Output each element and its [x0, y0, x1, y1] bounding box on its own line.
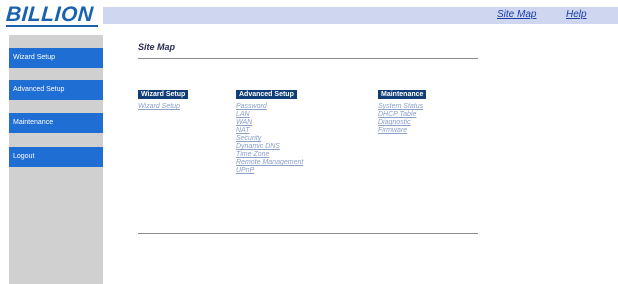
link-firmware[interactable]: Firmware: [378, 127, 426, 135]
column-heading: Maintenance: [378, 90, 427, 99]
nav-logout[interactable]: Logout: [9, 147, 103, 167]
logo-underline: [6, 25, 98, 27]
logo-area: BILLION: [0, 0, 103, 28]
link-password[interactable]: Password: [236, 103, 303, 111]
link-upnp[interactable]: UPnP: [236, 167, 303, 175]
link-nat[interactable]: NAT: [236, 127, 303, 135]
header-band: [103, 7, 618, 24]
nav-wizard-setup[interactable]: Wizard Setup: [9, 48, 103, 68]
nav-advanced-setup[interactable]: Advanced Setup: [9, 80, 103, 100]
bottom-divider: [138, 233, 478, 234]
column-maintenance: Maintenance System Status DHCP Table Dia…: [378, 83, 427, 135]
column-wizard-setup: Wizard Setup Wizard Setup: [138, 83, 189, 111]
link-time-zone[interactable]: Time Zone: [236, 151, 303, 159]
column-heading: Advanced Setup: [236, 90, 297, 99]
link-security[interactable]: Security: [236, 135, 303, 143]
link-wan[interactable]: WAN: [236, 119, 303, 127]
page-title: Site Map: [138, 42, 176, 52]
help-link[interactable]: Help: [566, 9, 587, 20]
top-divider: [138, 58, 478, 59]
billion-logo[interactable]: BILLION: [5, 3, 94, 27]
column-heading: Wizard Setup: [138, 90, 189, 99]
link-lan[interactable]: LAN: [236, 111, 303, 119]
link-dynamic-dns[interactable]: Dynamic DNS: [236, 143, 303, 151]
nav-maintenance[interactable]: Maintenance: [9, 113, 103, 133]
link-diagnostic[interactable]: Diagnostic: [378, 119, 426, 127]
link-dhcp-table[interactable]: DHCP Table: [378, 111, 426, 119]
column-advanced-setup: Advanced Setup Password LAN WAN NAT Secu…: [236, 83, 303, 175]
link-wizard-setup[interactable]: Wizard Setup: [138, 103, 188, 111]
link-remote-management[interactable]: Remote Management: [236, 159, 303, 167]
site-map-link[interactable]: Site Map: [497, 9, 536, 20]
link-system-status[interactable]: System Status: [378, 103, 426, 111]
